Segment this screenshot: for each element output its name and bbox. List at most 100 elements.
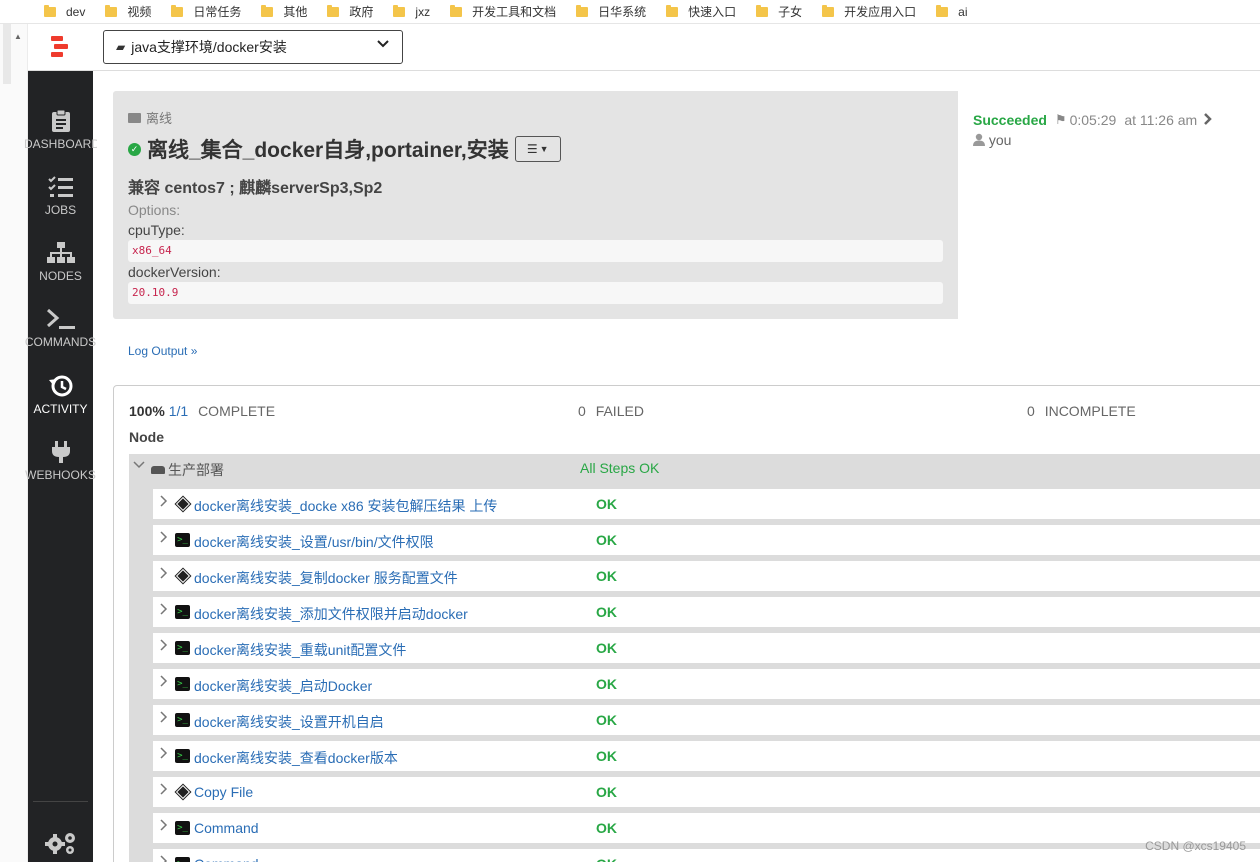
chevron-right-icon[interactable]: [159, 495, 168, 510]
terminal-icon: >_: [175, 749, 190, 763]
bookmark-item[interactable]: jxz: [393, 4, 430, 19]
chevron-right-icon[interactable]: [159, 639, 168, 654]
step-name[interactable]: docker离线安装_设置/usr/bin/文件权限: [194, 532, 434, 552]
bookmark-item[interactable]: 政府: [327, 3, 373, 20]
bookmark-label: 开发应用入口: [844, 5, 917, 19]
folder-icon: [105, 4, 118, 17]
bookmark-label: ai: [958, 4, 968, 19]
step-row[interactable]: >_ docker离线安装_设置开机自启 OK: [153, 705, 1260, 735]
bookmark-label: 日华系统: [598, 5, 647, 19]
job-actions-button[interactable]: ☰ ▼: [514, 136, 561, 162]
chevron-right-icon[interactable]: [159, 783, 168, 798]
terminal-icon: >_: [175, 641, 190, 655]
terminal-icon: >_: [175, 821, 190, 835]
briefcase-icon: ▰: [116, 40, 126, 54]
chevron-right-icon[interactable]: [159, 567, 168, 582]
diamond-icon: [175, 568, 191, 584]
bookmark-item[interactable]: 开发应用入口: [822, 3, 916, 20]
chevron-right-icon[interactable]: [159, 711, 168, 726]
execution-results: 100% 1/1 COMPLETE 0 FAILED 0 INCOMPLETE …: [113, 385, 1260, 862]
step-name[interactable]: Copy File: [194, 784, 253, 800]
step-row[interactable]: >_ Command OK: [153, 849, 1260, 862]
bookmark-item[interactable]: 开发工具和文档: [450, 3, 556, 20]
step-row[interactable]: >_ docker离线安装_设置/usr/bin/文件权限 OK: [153, 525, 1260, 555]
step-name[interactable]: docker离线安装_复制docker 服务配置文件: [194, 568, 458, 588]
failed-label: FAILED: [595, 403, 644, 419]
rundeck-logo[interactable]: [48, 36, 72, 58]
bookmark-item[interactable]: dev: [44, 4, 86, 19]
folder-icon: [327, 4, 340, 17]
project-selector[interactable]: ▰ java支撑环境/docker安装: [103, 30, 403, 64]
user-name: you: [988, 132, 1012, 148]
chevron-right-icon[interactable]: [159, 603, 168, 618]
bookmark-item[interactable]: 快速入口: [666, 3, 736, 20]
bookmark-item[interactable]: 日常任务: [171, 3, 241, 20]
status-text: Succeeded: [973, 112, 1047, 128]
nav-activity[interactable]: ACTIVITY: [28, 374, 93, 416]
folder-icon: [822, 4, 835, 17]
nav-label: NODES: [39, 269, 82, 283]
folder-icon: [576, 4, 589, 17]
chevron-right-icon[interactable]: [159, 531, 168, 546]
step-name[interactable]: docker离线安装_设置开机自启: [194, 712, 384, 732]
step-name[interactable]: Command: [194, 820, 259, 836]
app-root: dev 视频 日常任务 其他 政府 jxz 开发工具和文档 日华系统 快速入口 …: [0, 0, 1260, 862]
start-time-text: at 11:26 am: [1124, 112, 1198, 128]
sidebar-divider: [33, 801, 88, 802]
step-name[interactable]: docker离线安装_查看docker版本: [194, 748, 398, 768]
chevron-right-icon[interactable]: [159, 819, 168, 834]
chevron-right-icon[interactable]: [1203, 112, 1212, 128]
bookmark-item[interactable]: 日华系统: [576, 3, 646, 20]
duration-text: 0:05:29: [1069, 112, 1117, 128]
terminal-icon: >_: [175, 605, 190, 619]
step-name[interactable]: docker离线安装_重载unit配置文件: [194, 640, 406, 660]
step-row[interactable]: >_ docker离线安装_启动Docker OK: [153, 669, 1260, 699]
job-group-breadcrumb[interactable]: 离线: [128, 108, 172, 127]
step-status: OK: [596, 748, 617, 764]
scrollbar[interactable]: [3, 24, 11, 84]
node-row[interactable]: 生产部署 All Steps OK: [129, 454, 1260, 483]
nav-dashboard[interactable]: DASHBOARD: [24, 109, 97, 151]
chevron-right-icon[interactable]: [159, 675, 168, 690]
chevron-right-icon[interactable]: [159, 855, 168, 862]
nav-label: WEBHOOKS: [25, 468, 96, 482]
folder-icon: [171, 4, 184, 17]
complete-fraction: 1/1: [168, 403, 189, 419]
step-row[interactable]: >_ docker离线安装_查看docker版本 OK: [153, 741, 1260, 771]
execution-user: you: [973, 132, 1011, 148]
watermark: CSDN @xcs19405: [1145, 839, 1246, 853]
node-status: All Steps OK: [580, 460, 660, 476]
bookmark-item[interactable]: 其他: [261, 3, 307, 20]
project-name: java支撑环境/docker安装: [131, 39, 287, 55]
step-row[interactable]: Copy File OK: [153, 777, 1260, 807]
scroll-up-icon[interactable]: ▲: [14, 32, 22, 41]
nav-settings[interactable]: [28, 829, 93, 857]
nav-commands[interactable]: COMMANDS: [25, 307, 96, 349]
job-title-text[interactable]: 离线_集合_docker自身,portainer,安装: [147, 134, 509, 164]
chevron-down-icon[interactable]: [133, 459, 145, 474]
step-row[interactable]: docker离线安装_docke x86 安装包解压结果 上传 OK: [153, 489, 1260, 519]
plug-icon: [28, 440, 93, 464]
nav-nodes[interactable]: NODES: [28, 241, 93, 283]
bookmark-item[interactable]: 子女: [756, 3, 802, 20]
bookmark-item[interactable]: ai: [936, 4, 968, 19]
nav-jobs[interactable]: JOBS: [28, 175, 93, 217]
step-name[interactable]: Command: [194, 856, 259, 862]
bookmark-item[interactable]: 视频: [105, 3, 151, 20]
nav-label: COMMANDS: [24, 335, 97, 349]
step-name[interactable]: docker离线安装_docke x86 安装包解压结果 上传: [194, 496, 497, 516]
step-row[interactable]: docker离线安装_复制docker 服务配置文件 OK: [153, 561, 1260, 591]
bookmark-label: dev: [66, 4, 86, 19]
step-row[interactable]: >_ Command OK: [153, 813, 1260, 843]
step-name[interactable]: docker离线安装_启动Docker: [194, 676, 372, 696]
chevron-right-icon[interactable]: [159, 747, 168, 762]
step-name[interactable]: docker离线安装_添加文件权限并启动docker: [194, 604, 468, 624]
terminal-icon: >_: [175, 677, 190, 691]
step-status: OK: [596, 820, 617, 836]
step-row[interactable]: >_ docker离线安装_添加文件权限并启动docker OK: [153, 597, 1260, 627]
step-list: docker离线安装_docke x86 安装包解压结果 上传 OK >_ docke…: [129, 483, 1260, 862]
step-status: OK: [596, 856, 617, 862]
log-output-link[interactable]: Log Output »: [128, 344, 197, 358]
nav-webhooks[interactable]: WEBHOOKS: [25, 440, 96, 482]
step-row[interactable]: >_ docker离线安装_重载unit配置文件 OK: [153, 633, 1260, 663]
